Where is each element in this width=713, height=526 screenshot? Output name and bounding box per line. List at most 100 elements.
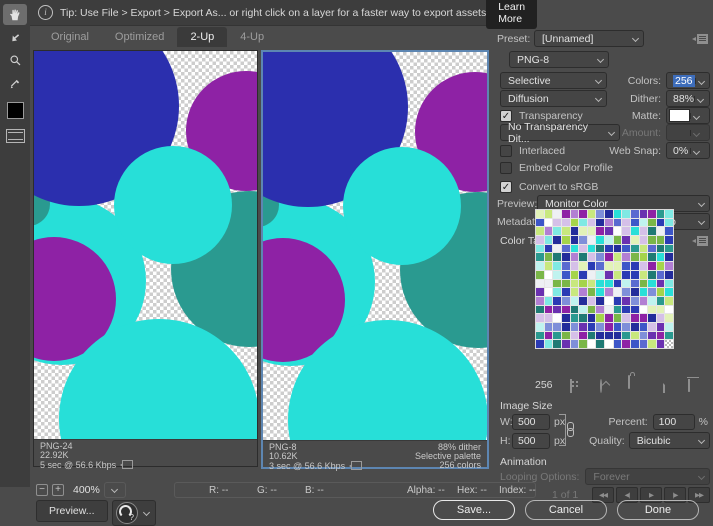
color-swatch[interactable]: [665, 253, 673, 262]
color-swatch[interactable]: [622, 305, 630, 314]
color-swatch[interactable]: [596, 279, 604, 288]
constrain-proportions-link[interactable]: [559, 412, 575, 446]
color-swatch[interactable]: [553, 305, 561, 314]
color-swatch[interactable]: [605, 296, 613, 305]
color-swatch[interactable]: [648, 218, 656, 227]
color-swatch[interactable]: [553, 340, 561, 348]
color-swatch[interactable]: [587, 305, 596, 314]
convert-srgb-checkbox[interactable]: ✓: [500, 180, 512, 193]
color-swatch[interactable]: [605, 279, 613, 288]
color-swatch[interactable]: [613, 305, 622, 314]
color-swatch[interactable]: [613, 218, 622, 227]
color-swatch[interactable]: [613, 262, 622, 270]
color-swatch[interactable]: [536, 296, 544, 305]
web-snap-stepper[interactable]: 0%: [666, 142, 710, 159]
color-swatch[interactable]: [622, 236, 630, 244]
color-swatch[interactable]: [648, 305, 656, 314]
color-swatch[interactable]: [630, 296, 639, 305]
color-swatch[interactable]: [639, 322, 648, 331]
color-swatch[interactable]: [665, 340, 673, 348]
color-swatch[interactable]: [639, 227, 648, 236]
color-swatch[interactable]: [639, 305, 648, 314]
color-swatch[interactable]: [622, 244, 630, 253]
hand-tool[interactable]: [3, 4, 27, 25]
toggle-slices-visibility-icon[interactable]: [5, 129, 25, 143]
color-swatch[interactable]: [665, 288, 673, 296]
interlaced-checkbox[interactable]: [500, 144, 512, 157]
color-swatch[interactable]: [656, 296, 665, 305]
color-swatch[interactable]: [561, 288, 570, 296]
color-swatch[interactable]: [544, 244, 553, 253]
color-swatch[interactable]: [570, 305, 579, 314]
color-swatch[interactable]: [639, 218, 648, 227]
format-dropdown[interactable]: PNG-8: [509, 51, 609, 68]
color-swatch[interactable]: [648, 340, 656, 348]
color-swatch[interactable]: [605, 270, 613, 279]
color-swatch[interactable]: [630, 218, 639, 227]
color-swatch[interactable]: [553, 210, 561, 218]
color-swatch[interactable]: [579, 340, 587, 348]
color-swatch[interactable]: [579, 253, 587, 262]
color-swatch[interactable]: [596, 236, 604, 244]
color-swatch[interactable]: [630, 244, 639, 253]
color-swatch[interactable]: [665, 210, 673, 218]
color-swatch[interactable]: [587, 210, 596, 218]
color-swatch[interactable]: [622, 314, 630, 322]
color-swatch[interactable]: [570, 262, 579, 270]
color-swatch[interactable]: [665, 236, 673, 244]
color-swatch[interactable]: [561, 305, 570, 314]
color-swatch[interactable]: [579, 296, 587, 305]
color-swatch[interactable]: [613, 236, 622, 244]
tab-4up[interactable]: 4-Up: [227, 27, 277, 47]
color-swatch[interactable]: [622, 218, 630, 227]
color-swatch[interactable]: [536, 331, 544, 340]
color-swatch[interactable]: [561, 322, 570, 331]
color-swatch[interactable]: [605, 218, 613, 227]
color-swatch[interactable]: [553, 322, 561, 331]
tab-original[interactable]: Original: [38, 27, 102, 47]
color-swatch[interactable]: [536, 340, 544, 348]
color-swatch[interactable]: [639, 314, 648, 322]
color-swatch[interactable]: [622, 296, 630, 305]
color-swatch[interactable]: [596, 218, 604, 227]
color-swatch[interactable]: [639, 236, 648, 244]
color-swatch[interactable]: [613, 227, 622, 236]
color-swatch[interactable]: [553, 236, 561, 244]
color-swatch[interactable]: [656, 314, 665, 322]
color-swatch[interactable]: [656, 244, 665, 253]
color-swatch[interactable]: [665, 305, 673, 314]
color-swatch[interactable]: [561, 236, 570, 244]
color-swatch[interactable]: [622, 262, 630, 270]
preview-pane-original-format[interactable]: PNG-24 22.92K 5 sec @ 56.6 Kbps: [33, 50, 258, 470]
color-swatch[interactable]: [622, 270, 630, 279]
color-swatch[interactable]: [536, 262, 544, 270]
color-swatch[interactable]: [579, 305, 587, 314]
color-swatch[interactable]: [648, 236, 656, 244]
height-field[interactable]: 500: [512, 432, 550, 449]
color-swatch[interactable]: [665, 279, 673, 288]
color-swatch[interactable]: [579, 322, 587, 331]
color-swatch[interactable]: [570, 218, 579, 227]
cancel-button[interactable]: Cancel: [525, 500, 607, 520]
color-swatch[interactable]: [613, 331, 622, 340]
color-swatch[interactable]: [613, 340, 622, 348]
color-swatch[interactable]: [561, 210, 570, 218]
color-swatch[interactable]: [605, 236, 613, 244]
transparency-dither-dropdown[interactable]: No Transparency Dit...: [500, 121, 620, 145]
color-swatch[interactable]: [656, 340, 665, 348]
color-swatch[interactable]: [630, 236, 639, 244]
quality-dropdown[interactable]: Bicubic: [628, 432, 710, 449]
color-swatch[interactable]: [570, 279, 579, 288]
color-swatch[interactable]: [648, 331, 656, 340]
zoom-level-value[interactable]: 400%: [68, 482, 105, 498]
color-swatch[interactable]: [553, 331, 561, 340]
color-swatch[interactable]: [570, 227, 579, 236]
color-swatch[interactable]: [596, 331, 604, 340]
color-swatch[interactable]: [544, 314, 553, 322]
color-swatch[interactable]: [579, 288, 587, 296]
color-swatch[interactable]: [656, 210, 665, 218]
color-swatch[interactable]: [648, 270, 656, 279]
color-swatch[interactable]: [656, 279, 665, 288]
color-swatch[interactable]: [570, 236, 579, 244]
color-swatch[interactable]: [665, 262, 673, 270]
